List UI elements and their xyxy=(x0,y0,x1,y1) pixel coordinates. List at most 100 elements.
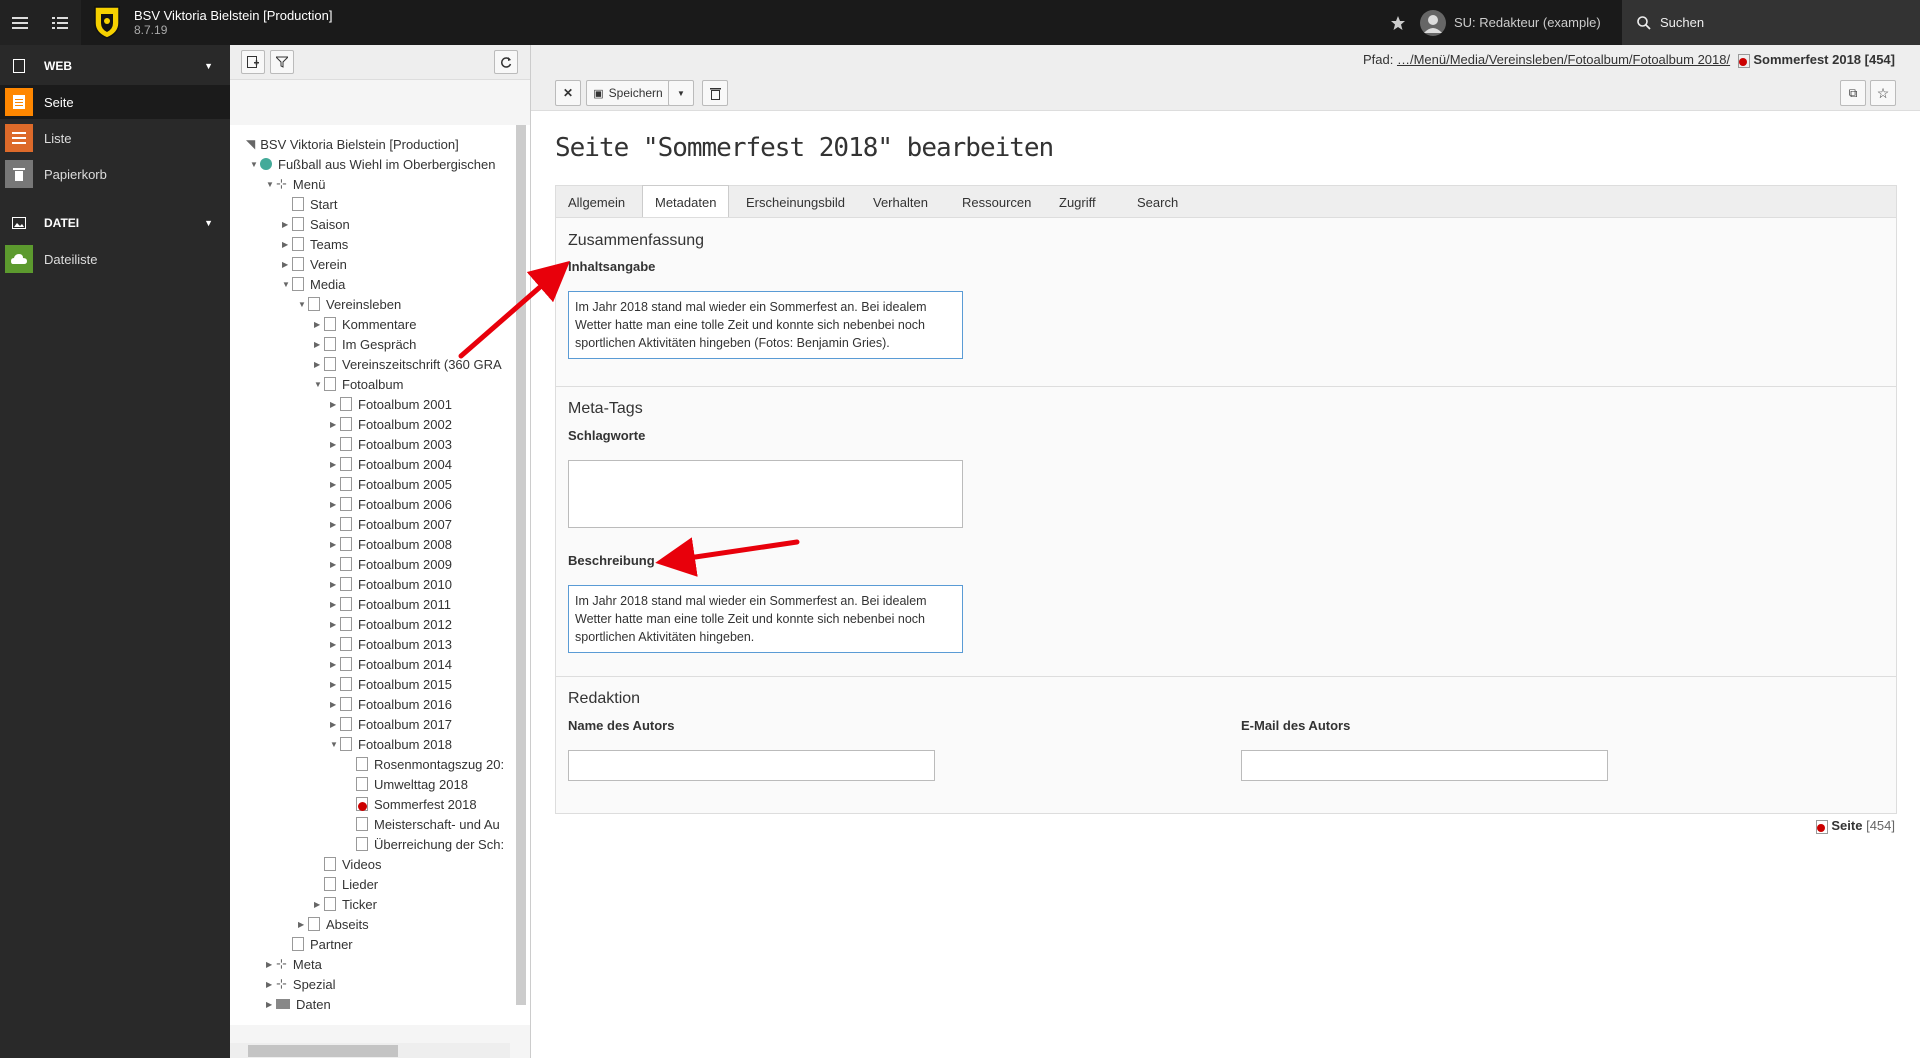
tree-node[interactable]: Lieder xyxy=(314,874,378,894)
open-new-window-button[interactable]: ⧉ xyxy=(1840,80,1866,106)
tree-node[interactable]: Videos xyxy=(314,854,382,874)
tree-node-selected[interactable]: Sommerfest 2018 xyxy=(230,794,510,814)
menu-toggle-icon[interactable] xyxy=(0,0,40,45)
save-button[interactable]: ▣ Speichern xyxy=(586,80,670,106)
tree-node[interactable]: ▶ Fotoalbum 2007 xyxy=(330,514,452,534)
tree-node[interactable]: ▶ Fotoalbum 2017 xyxy=(330,714,452,734)
tree-node[interactable]: ▼ Fotoalbum 2018 xyxy=(330,734,452,754)
record-id: [454] xyxy=(1866,818,1895,833)
tree-node[interactable]: ▶ Fotoalbum 2009 xyxy=(330,554,452,574)
tree-node-label: Im Gespräch xyxy=(342,336,417,352)
tree-node[interactable]: Rosenmontagszug 20: xyxy=(346,754,514,774)
module-papierkorb[interactable]: Papierkorb xyxy=(0,157,230,191)
expand-icon: ▶ xyxy=(330,499,337,509)
tree-node[interactable]: ▶ Saison xyxy=(282,214,350,234)
page-icon xyxy=(340,637,352,651)
tree-node[interactable]: ▶ Fotoalbum 2006 xyxy=(330,494,452,514)
tree-node[interactable]: Umwelttag 2018 xyxy=(346,774,468,794)
delete-button[interactable] xyxy=(702,80,728,106)
module-dateiliste[interactable]: Dateiliste xyxy=(0,242,230,276)
tab-erscheinungsbild[interactable]: Erscheinungsbild xyxy=(734,186,857,218)
star-outline-icon: ☆ xyxy=(1876,84,1890,101)
module-group-datei[interactable]: DATEI ▼ xyxy=(0,206,230,240)
tree-node[interactable]: ▶ Fotoalbum 2016 xyxy=(330,694,452,714)
tree-node[interactable]: ▶ Fotoalbum 2013 xyxy=(330,634,452,654)
tree-node[interactable]: ▶ Daten xyxy=(266,994,331,1014)
tree-vertical-scrollbar[interactable] xyxy=(516,125,526,1005)
page-icon xyxy=(292,197,304,211)
tab-ressourcen[interactable]: Ressourcen xyxy=(950,186,1043,218)
tree-node[interactable]: ▶ Verein xyxy=(282,254,347,274)
module-liste[interactable]: Liste xyxy=(0,121,230,155)
filter-icon[interactable] xyxy=(270,50,294,74)
toolbar-search[interactable]: Suchen xyxy=(1622,0,1920,45)
module-menu: WEB ▼ Seite Liste Papierkorb DATEI ▼ Dat… xyxy=(0,45,230,1058)
tree-node[interactable]: ▶ Fotoalbum 2004 xyxy=(330,454,452,474)
tree-node[interactable]: ▶ Fotoalbum 2010 xyxy=(330,574,452,594)
tree-node[interactable]: Start xyxy=(282,194,337,214)
tree-node-label: Meisterschaft- und Au xyxy=(374,816,500,832)
tree-scroll-thumb[interactable] xyxy=(248,1045,398,1057)
page-hidden-icon xyxy=(1737,53,1750,68)
tree-toggle-icon[interactable] xyxy=(40,0,80,45)
save-dropdown-button[interactable]: ▼ xyxy=(668,80,694,106)
tab-allgemein[interactable]: Allgemein xyxy=(556,186,637,218)
tab-verhalten[interactable]: Verhalten xyxy=(861,186,940,218)
page-icon xyxy=(324,857,336,871)
tree-node[interactable]: ▶ Fotoalbum 2008 xyxy=(330,534,452,554)
tree-node[interactable]: ▶ Fotoalbum 2002 xyxy=(330,414,452,434)
tree-node[interactable]: ▶ Fotoalbum 2011 xyxy=(330,594,451,614)
tree-node[interactable]: ▶ ⊹ Meta xyxy=(266,954,322,974)
tree-node[interactable]: ▼ Media xyxy=(282,274,345,294)
tree-node[interactable]: ▼ Fußball aus Wiehl im Oberbergischen xyxy=(250,154,495,174)
page-hidden-icon xyxy=(1815,819,1828,834)
tree-node[interactable]: ▶ Teams xyxy=(282,234,348,254)
tree-node[interactable]: ▶ Abseits xyxy=(298,914,369,934)
tab-zugriff[interactable]: Zugriff xyxy=(1047,186,1108,218)
top-bar: BSV Viktoria Bielstein [Production] 8.7.… xyxy=(0,0,1920,45)
bookmark-star-icon[interactable] xyxy=(1378,0,1418,45)
tab-search[interactable]: Search xyxy=(1125,186,1190,218)
tree-node-label: Fotoalbum 2010 xyxy=(358,576,452,592)
expand-icon: ▶ xyxy=(298,919,305,929)
tree-node-label: Überreichung der Sch: xyxy=(374,836,505,852)
tree-node[interactable]: ▶ Vereinszeitschrift (360 GRA xyxy=(314,354,514,374)
tree-node[interactable]: Meisterschaft- und Au xyxy=(346,814,514,834)
bookmark-button[interactable]: ☆ xyxy=(1870,80,1896,106)
globe-icon xyxy=(260,158,272,170)
tree-node[interactable]: ▶ Fotoalbum 2014 xyxy=(330,654,452,674)
module-group-label: DATEI xyxy=(44,216,80,230)
tree-node[interactable]: ▶ Fotoalbum 2005 xyxy=(330,474,452,494)
description-textarea[interactable]: Im Jahr 2018 stand mal wieder ein Sommer… xyxy=(568,585,963,653)
user-menu[interactable]: SU: Redakteur (example) xyxy=(1420,0,1601,45)
tree-root[interactable]: ◥ BSV Viktoria Bielstein [Production] xyxy=(246,134,459,154)
tree-node[interactable]: ▶ Ticker xyxy=(314,894,377,914)
keywords-textarea[interactable] xyxy=(568,460,963,528)
email-input[interactable] xyxy=(1241,750,1608,781)
tree-node[interactable]: ▶ ⊹ Spezial xyxy=(266,974,336,994)
tree-node[interactable]: ▶ Kommentare xyxy=(314,314,416,334)
module-seite[interactable]: Seite xyxy=(0,85,230,119)
tree-node[interactable]: ▼ Fotoalbum xyxy=(314,374,403,394)
tree-node[interactable]: ▶ Im Gespräch xyxy=(314,334,416,354)
refresh-icon[interactable] xyxy=(494,50,518,74)
new-page-icon[interactable] xyxy=(241,50,265,74)
club-logo-icon[interactable] xyxy=(92,5,122,39)
close-button[interactable]: ✕ xyxy=(555,80,581,106)
abstract-textarea[interactable]: Im Jahr 2018 stand mal wieder ein Sommer… xyxy=(568,291,963,359)
path-link[interactable]: …/Menü/Media/Vereinsleben/Fotoalbum/Foto… xyxy=(1397,52,1730,67)
expand-icon: ▶ xyxy=(330,719,337,729)
expand-icon: ▶ xyxy=(330,459,337,469)
tree-node-label: Fotoalbum 2009 xyxy=(358,556,452,572)
tree-node[interactable]: ▶ Fotoalbum 2003 xyxy=(330,434,452,454)
author-input[interactable] xyxy=(568,750,935,781)
tree-node[interactable]: ▶ Fotoalbum 2001 xyxy=(330,394,452,414)
tree-node[interactable]: Überreichung der Sch: xyxy=(346,834,514,854)
tree-node[interactable]: ▼ ⊹ Menü xyxy=(266,174,325,194)
tab-metadaten[interactable]: Metadaten xyxy=(642,185,730,220)
tree-node[interactable]: ▶ Fotoalbum 2015 xyxy=(330,674,452,694)
tree-node[interactable]: ▼ Vereinsleben xyxy=(298,294,401,314)
tree-node[interactable]: Partner xyxy=(282,934,353,954)
tree-node[interactable]: ▶ Fotoalbum 2012 xyxy=(330,614,452,634)
module-group-web[interactable]: WEB ▼ xyxy=(0,49,230,83)
